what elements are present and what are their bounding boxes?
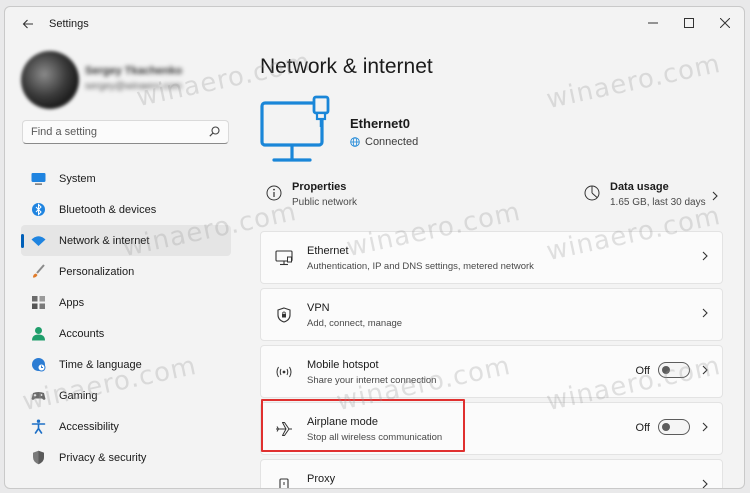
card-subtitle: Add, connect, manage	[307, 318, 403, 329]
properties-subtitle: Public network	[292, 197, 358, 208]
sidebar-item-label: Bluetooth & devices	[59, 204, 157, 216]
sidebar-item-accessibility[interactable]: Accessibility	[21, 411, 231, 442]
watermark: winaero.com	[543, 48, 724, 116]
sidebar-nav: System Bluetooth & devices Network & int…	[21, 163, 231, 473]
card-subtitle: Share your internet connection	[307, 375, 437, 386]
info-icon	[266, 185, 282, 201]
data-usage-title: Data usage	[610, 181, 669, 193]
properties-row: Properties Public network Data usage 1.6…	[260, 177, 722, 217]
sidebar-item-label: Time & language	[59, 359, 142, 371]
toggle-state-label: Off	[635, 422, 650, 434]
active-indicator	[21, 234, 24, 248]
minimize-button[interactable]	[637, 11, 669, 35]
properties-link[interactable]: Properties Public network	[260, 177, 460, 217]
chevron-right-icon	[702, 422, 708, 432]
search-box[interactable]	[22, 120, 229, 144]
settings-window: Settings Sergey Tkachenko sergey@winaero…	[4, 6, 745, 489]
accessibility-icon	[31, 419, 46, 434]
back-button[interactable]	[19, 15, 37, 33]
pie-chart-icon	[584, 185, 600, 201]
card-title: Ethernet	[307, 245, 349, 257]
search-input[interactable]	[23, 121, 203, 143]
chevron-right-icon	[702, 251, 708, 261]
card-title: Airplane mode	[307, 416, 378, 428]
sidebar-item-label: Apps	[59, 297, 85, 309]
globe-icon	[350, 137, 360, 147]
sidebar-item-time-language[interactable]: Time & language	[21, 349, 231, 380]
close-icon	[720, 18, 730, 28]
sidebar-item-privacy[interactable]: Privacy & security	[21, 442, 231, 473]
close-button[interactable]	[709, 11, 741, 35]
card-subtitle: Stop all wireless communication	[307, 432, 443, 443]
profile-name: Sergey Tkachenko	[85, 65, 183, 77]
proxy-icon	[279, 478, 289, 488]
vpn-shield-icon	[277, 307, 291, 323]
proxy-card[interactable]: Proxy	[260, 459, 723, 488]
apps-icon	[32, 296, 45, 309]
sidebar-item-label: Gaming	[59, 390, 98, 402]
shield-icon	[33, 450, 44, 465]
sidebar-item-label: System	[59, 173, 96, 185]
back-arrow-icon	[22, 19, 33, 29]
sidebar-item-gaming[interactable]: Gaming	[21, 380, 231, 411]
data-usage-subtitle: 1.65 GB, last 30 days	[610, 197, 706, 208]
profile-email: sergey@winaero.com	[85, 81, 182, 92]
chevron-right-icon	[702, 479, 708, 488]
airplane-mode-card[interactable]: Airplane mode Stop all wireless communic…	[260, 402, 723, 455]
maximize-button[interactable]	[673, 11, 705, 35]
properties-title: Properties	[292, 181, 347, 193]
sidebar-item-personalization[interactable]: Personalization	[21, 256, 231, 287]
hotspot-icon	[276, 366, 292, 378]
sidebar-item-network[interactable]: Network & internet	[21, 225, 231, 256]
airplane-icon	[276, 422, 292, 436]
bluetooth-icon	[32, 203, 45, 216]
wifi-icon	[31, 236, 46, 246]
sidebar-item-system[interactable]: System	[21, 163, 231, 194]
card-title: Proxy	[307, 473, 336, 485]
globe-clock-icon	[32, 358, 46, 372]
window-title: Settings	[49, 18, 89, 30]
gamepad-icon	[31, 392, 46, 400]
sidebar-item-label: Network & internet	[59, 235, 150, 247]
toggle-state-label: Off	[635, 365, 650, 377]
card-title: Mobile hotspot	[307, 359, 379, 371]
sidebar-item-accounts[interactable]: Accounts	[21, 318, 231, 349]
sidebar-item-apps[interactable]: Apps	[21, 287, 231, 318]
card-subtitle: Authentication, IP and DNS settings, met…	[307, 261, 534, 272]
sidebar-item-label: Privacy & security	[59, 452, 147, 464]
adapter-name: Ethernet0	[350, 116, 410, 131]
chevron-right-icon	[702, 365, 708, 375]
data-usage-link[interactable]: Data usage 1.65 GB, last 30 days	[578, 177, 722, 217]
search-icon	[209, 126, 220, 137]
minimize-icon	[648, 22, 658, 24]
card-title: VPN	[307, 302, 330, 314]
ethernet-monitor-icon	[260, 95, 330, 162]
title-bar: Settings	[5, 7, 744, 39]
toggle-knob	[662, 366, 670, 374]
vpn-card[interactable]: VPN Add, connect, manage	[260, 288, 723, 341]
status-text: Connected	[365, 136, 419, 148]
sidebar-item-label: Accounts	[59, 328, 105, 340]
ethernet-card[interactable]: Ethernet Authentication, IP and DNS sett…	[260, 231, 723, 284]
airplane-mode-toggle[interactable]	[658, 419, 690, 435]
mobile-hotspot-toggle[interactable]	[658, 362, 690, 378]
mobile-hotspot-card[interactable]: Mobile hotspot Share your internet conne…	[260, 345, 723, 398]
sidebar-item-label: Personalization	[59, 266, 135, 278]
network-cards: Ethernet Authentication, IP and DNS sett…	[260, 231, 723, 488]
sidebar-item-label: Accessibility	[59, 421, 119, 433]
brush-icon	[33, 264, 45, 278]
toggle-knob	[662, 423, 670, 431]
chevron-right-icon	[712, 191, 718, 201]
chevron-right-icon	[702, 308, 708, 318]
person-icon	[32, 327, 45, 341]
sidebar-item-bluetooth[interactable]: Bluetooth & devices	[21, 194, 231, 225]
adapter-status: Connected	[350, 136, 418, 148]
avatar	[21, 51, 79, 109]
ethernet-icon	[275, 250, 293, 266]
page-title: Network & internet	[260, 55, 433, 78]
maximize-icon	[684, 18, 694, 28]
user-profile[interactable]: Sergey Tkachenko sergey@winaero.com	[21, 49, 211, 113]
monitor-icon	[31, 173, 46, 185]
